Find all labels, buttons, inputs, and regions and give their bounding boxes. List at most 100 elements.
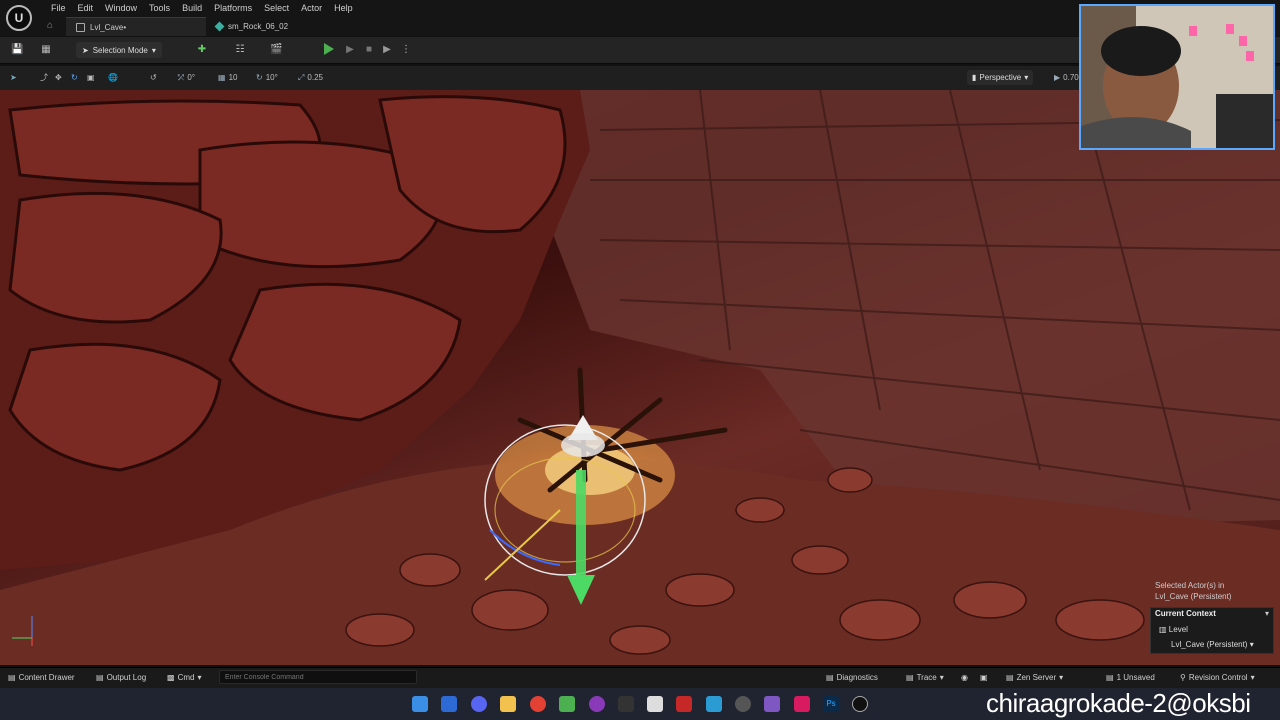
camera-speed[interactable]: ▶ 0.70	[1054, 72, 1079, 84]
chevron-down-icon: ▾	[1250, 673, 1255, 682]
chevron-down-icon: ▾	[1024, 73, 1029, 82]
trace-dropdown[interactable]: ▤ Trace ▾	[906, 672, 944, 684]
unsaved-label: 1 Unsaved	[1116, 673, 1155, 682]
play-icon[interactable]	[324, 43, 334, 55]
chrome-icon[interactable]	[530, 696, 546, 712]
browse-icon[interactable]: ▦	[40, 44, 52, 56]
notepad-icon[interactable]	[647, 696, 663, 712]
angle-icon: ⤱	[178, 73, 185, 82]
output-log-label: Output Log	[106, 673, 147, 682]
record-icon[interactable]: ◉	[961, 672, 968, 684]
speed-icon: ▶	[1054, 73, 1061, 82]
surface-snap-icon[interactable]: ↺	[150, 72, 157, 84]
blueprint-icon[interactable]: ☷	[234, 44, 246, 56]
menu-actor[interactable]: Actor	[295, 2, 328, 14]
level-icon	[76, 22, 85, 32]
level-icon: ▥	[1159, 625, 1167, 634]
translate-tool-icon[interactable]: ✥	[55, 72, 62, 84]
level-value-row[interactable]: Lvl_Cave (Persistent) ▾	[1171, 640, 1254, 649]
camera-speed-value: 0.70	[1063, 73, 1079, 82]
play-options-icon[interactable]: ▶	[381, 44, 393, 56]
output-log-button[interactable]: ▤ Output Log	[96, 672, 146, 684]
menu-help[interactable]: Help	[328, 2, 359, 14]
zen-server-dropdown[interactable]: ▤ Zen Server ▾	[1006, 672, 1063, 684]
rotate-tool-icon[interactable]: ↻	[71, 72, 78, 84]
photoshop-icon[interactable]: Ps	[823, 696, 839, 712]
angle-snap[interactable]: ↻ 10°	[256, 72, 278, 84]
menu-file[interactable]: File	[45, 2, 72, 14]
step-icon[interactable]: ▶	[344, 44, 356, 56]
axis-indicator	[12, 616, 33, 646]
file-explorer-icon[interactable]	[500, 696, 516, 712]
unreal-logo-icon[interactable]: U	[6, 5, 32, 31]
tab-lvl-cave[interactable]: Lvl_Cave•	[66, 17, 206, 36]
scale-snap-icon: ⤢	[298, 73, 305, 82]
angle-snap-value: 10°	[265, 73, 278, 82]
add-actor-icon[interactable]: ✚	[196, 44, 208, 56]
diagnostics-button[interactable]: ▤ Diagnostics	[826, 672, 878, 684]
unsaved-icon: ▤	[1106, 673, 1114, 682]
rotation-snap-value: 0°	[187, 73, 196, 82]
selection-mode-label: Selection Mode	[92, 45, 148, 55]
cmd-label: Cmd	[177, 673, 195, 682]
menu-build[interactable]: Build	[176, 2, 208, 14]
cinematics-icon[interactable]: 🎬	[270, 44, 282, 56]
rotate-snap-icon: ↻	[256, 73, 263, 82]
windows-start-icon[interactable]	[412, 696, 428, 712]
chevron-down-icon[interactable]: ▾	[1265, 609, 1269, 618]
content-drawer-button[interactable]: ▤ Content Drawer	[8, 672, 75, 684]
grid-snap[interactable]: ▦ 10	[218, 72, 237, 84]
terminal-app-icon[interactable]	[618, 696, 634, 712]
discord-icon[interactable]	[471, 696, 487, 712]
spreadsheet-icon[interactable]	[559, 696, 575, 712]
cmd-dropdown[interactable]: ▩ Cmd ▾	[167, 672, 201, 684]
menu-tools[interactable]: Tools	[143, 2, 176, 14]
scale-tool-icon[interactable]: ▣	[87, 72, 95, 84]
revision-control-dropdown[interactable]: ⚲ Revision Control ▾	[1180, 672, 1255, 684]
media-app-icon[interactable]	[794, 696, 810, 712]
menu-window[interactable]: Window	[99, 2, 143, 14]
scale-snap[interactable]: ⤢ 0.25	[298, 72, 323, 84]
chevron-down-icon: ▾	[939, 673, 944, 682]
adobe-icon[interactable]	[676, 696, 692, 712]
level-viewport[interactable]	[0, 90, 1280, 665]
selection-mode-dropdown[interactable]: ➤ Selection Mode ▾	[76, 42, 162, 58]
world-space-icon[interactable]: 🌐	[108, 72, 118, 84]
select-tool-icon[interactable]: ➤	[10, 72, 17, 84]
arrow-tool-icon[interactable]: ⤴	[40, 72, 48, 84]
home-icon[interactable]: ⌂	[47, 20, 59, 32]
scene-render	[0, 90, 1280, 665]
console-command-input[interactable]	[219, 670, 417, 684]
cursor-icon: ➤	[82, 45, 89, 55]
tab-sm-rock[interactable]: sm_Rock_06_02	[206, 17, 316, 36]
zen-server-label: Zen Server	[1016, 673, 1057, 682]
trace-label: Trace	[916, 673, 937, 682]
stop-icon[interactable]: ■	[363, 44, 375, 56]
level-row[interactable]: ▥ Level	[1159, 625, 1188, 634]
diagnostics-label: Diagnostics	[836, 673, 878, 682]
app-icon[interactable]	[706, 696, 722, 712]
menu-platforms[interactable]: Platforms	[208, 2, 258, 14]
mail-app-icon[interactable]	[441, 696, 457, 712]
visual-studio-icon[interactable]	[764, 696, 780, 712]
chevron-down-icon: ▾	[151, 45, 156, 55]
settings-app-icon[interactable]	[735, 696, 751, 712]
terminal-icon: ▩	[167, 673, 175, 682]
tab-label: sm_Rock_06_02	[228, 22, 289, 31]
unsaved-button[interactable]: ▤ 1 Unsaved	[1106, 672, 1155, 684]
save-icon[interactable]: 💾	[11, 44, 23, 56]
screenshot-icon[interactable]: ▣	[980, 672, 988, 684]
obs-icon[interactable]	[589, 696, 605, 712]
unreal-taskbar-icon[interactable]	[852, 696, 868, 712]
current-context-panel: Current Context ▾ ▥ Level Lvl_Cave (Pers…	[1150, 607, 1274, 654]
menu-select[interactable]: Select	[258, 2, 295, 14]
more-options-icon[interactable]: ⋮	[400, 44, 412, 56]
drawer-icon: ▤	[8, 673, 16, 682]
grid-snap-value: 10	[228, 73, 238, 82]
selected-actors-line2: Lvl_Cave (Persistent)	[1155, 592, 1232, 601]
rotation-snap[interactable]: ⤱ 0°	[178, 72, 195, 84]
diagnostics-icon: ▤	[826, 673, 834, 682]
watermark-text: chiraagrokade-2@oksbi	[986, 688, 1251, 718]
perspective-dropdown[interactable]: ▮ Perspective ▾	[967, 70, 1034, 85]
menu-edit[interactable]: Edit	[72, 2, 100, 14]
